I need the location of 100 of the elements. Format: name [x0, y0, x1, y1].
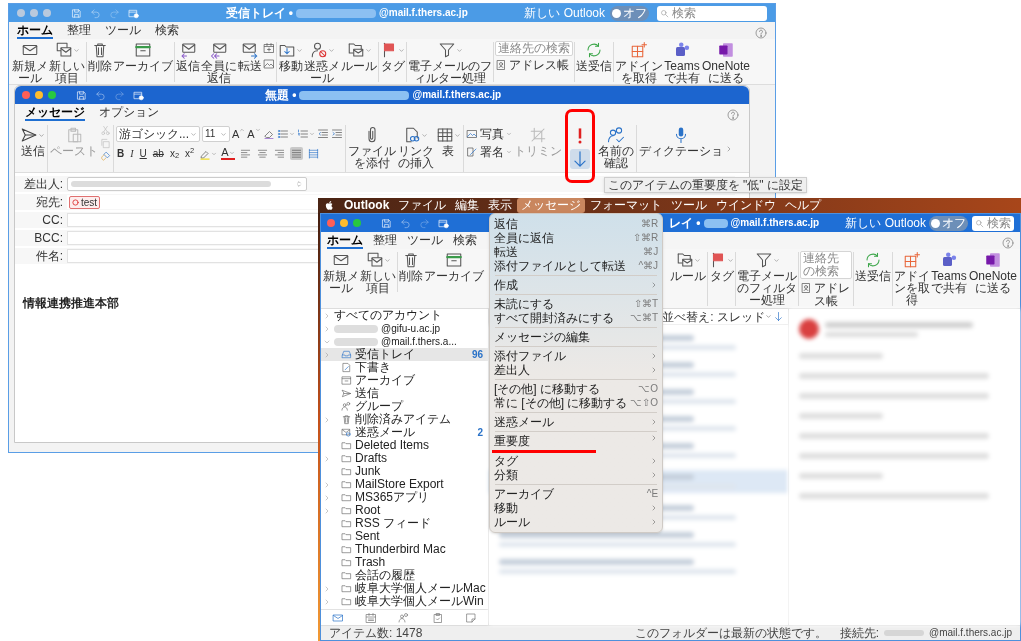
folder-item[interactable]: Deleted Items [321, 439, 488, 452]
search-field[interactable]: 検索 [972, 215, 1014, 231]
folder-item[interactable]: 会話の履歴 [321, 569, 488, 582]
menu-item[interactable]: メッセージの編集 [490, 330, 663, 344]
ribbon-button[interactable]: リンクの挿入 [397, 125, 434, 169]
folder-item[interactable]: 送信 [321, 387, 488, 400]
menu-item[interactable]: 作成 [490, 278, 663, 292]
font-size-dropdown[interactable]: 11 [202, 126, 230, 142]
align-button[interactable] [272, 147, 286, 160]
menu-item[interactable]: 全員に返信 ⇧⌘R [490, 231, 663, 245]
sort-dropdown[interactable]: 並べ替え: スレッド [662, 309, 772, 324]
ribbon-button[interactable]: ディクテーショ [638, 125, 723, 157]
ribbon-button[interactable]: タグ [380, 40, 405, 72]
font-color-button[interactable]: A [221, 147, 235, 160]
ribbon-tab[interactable]: 検索 [453, 233, 477, 249]
menu-item[interactable]: 添付ファイルとして転送 ^⌘J [490, 259, 663, 273]
folder-item[interactable]: Junk [321, 465, 488, 478]
menu-bar-item[interactable]: フォーマット [586, 198, 667, 213]
ribbon-button[interactable]: 新規メール [323, 250, 359, 294]
text-format-button[interactable]: U [138, 147, 148, 160]
menu-bar-item[interactable]: ファイル [394, 198, 451, 213]
menu-item[interactable]: 差出人 [490, 363, 663, 377]
folder-item[interactable]: Drafts [321, 452, 488, 465]
ribbon-tab[interactable]: ツール [407, 233, 443, 249]
folder-item[interactable]: 岐阜大学個人メールMac [321, 582, 488, 595]
menu-item[interactable]: すべて開封済みにする ⌥⌘T [490, 311, 663, 325]
folder-item[interactable]: @mail.f.thers.a... [321, 335, 488, 348]
ribbon-button[interactable]: 電子メールのフィルター処理 [737, 250, 797, 306]
ribbon-button[interactable]: アドインを取得 [615, 40, 663, 84]
clear-formatting-button[interactable] [262, 128, 275, 140]
ribbon-button[interactable]: 写真 [465, 127, 512, 141]
send-button[interactable]: 送信 [20, 125, 45, 157]
menu-bar-item[interactable]: ウインドウ [712, 198, 781, 213]
recipient-chip[interactable]: test [69, 195, 101, 209]
nav-button[interactable] [331, 611, 344, 624]
menu-item[interactable]: 転送 ⌘J [490, 245, 663, 259]
ribbon-button[interactable]: ルール [341, 40, 377, 72]
bullets-button[interactable] [276, 128, 295, 140]
folder-item[interactable]: Root [321, 504, 488, 517]
ribbon-button[interactable]: 新しい項目 [49, 40, 85, 84]
nav-button[interactable] [465, 611, 478, 624]
nav-button[interactable] [431, 611, 444, 624]
ribbon-tab[interactable]: 整理 [373, 233, 397, 249]
search-field[interactable]: 検索 [657, 5, 767, 21]
ribbon-tab[interactable]: ツール [105, 23, 141, 39]
folder-item[interactable]: 迷惑メール 2 [321, 426, 488, 439]
nav-button[interactable] [365, 611, 378, 624]
ribbon-button[interactable]: 送受信 [855, 250, 891, 282]
zoom-button[interactable] [353, 219, 361, 227]
ribbon-button[interactable]: 新規メール [12, 40, 48, 84]
zoom-button[interactable] [43, 9, 51, 17]
ribbon-button[interactable]: 送受信 [576, 40, 612, 72]
ribbon-button[interactable]: 全員に返信 [201, 40, 237, 84]
folder-item[interactable]: 下書き [321, 361, 488, 374]
minimize-button[interactable] [35, 91, 43, 99]
menu-item[interactable]: アーカイブ ^E [490, 487, 663, 501]
close-button[interactable] [327, 219, 335, 227]
ribbon-button[interactable]: ルール [670, 250, 706, 282]
menu-bar-item[interactable]: 編集 [451, 198, 484, 213]
text-format-button[interactable]: x$^{2}$ [184, 147, 196, 160]
ribbon-tab[interactable]: 整理 [67, 23, 91, 39]
ribbon-button[interactable]: アーカイブ [113, 40, 173, 72]
ribbon-button[interactable]: 削除 [399, 250, 423, 282]
zoom-button[interactable] [48, 91, 56, 99]
menu-bar-item[interactable]: Outlook [340, 198, 394, 213]
ribbon-button[interactable]: Teamsで共有 [931, 250, 967, 294]
ribbon-button[interactable]: 名前の確認 [597, 125, 634, 169]
text-format-button[interactable]: x$_{2}$ [168, 147, 181, 160]
folder-item[interactable]: アーカイブ [321, 374, 488, 387]
folder-item[interactable]: Trash [321, 556, 488, 569]
ribbon-button[interactable]: OneNoteに送る [968, 250, 1018, 294]
ribbon-button[interactable]: 移動 [278, 40, 303, 72]
nav-button[interactable] [398, 611, 411, 624]
menu-item[interactable]: 添付ファイル [490, 349, 663, 363]
menu-bar-item[interactable]: 表示 [484, 198, 517, 213]
align-button[interactable] [289, 147, 303, 160]
ribbon-button[interactable]: ファイルを添付 [347, 125, 396, 169]
low-importance-button[interactable] [569, 149, 590, 169]
ribbon-button[interactable]: 迷惑メール [304, 40, 340, 84]
minimize-button[interactable] [340, 219, 348, 227]
ribbon-button[interactable]: Teamsで共有 [664, 40, 700, 84]
outdent-button[interactable] [316, 128, 329, 140]
folder-item[interactable]: RSS フィード [321, 517, 488, 530]
menu-item[interactable]: 常に [その他] に移動する ⌥⇧O [490, 396, 663, 410]
contact-search-field[interactable]: 連絡先の検索 [495, 41, 573, 56]
folder-item[interactable]: MS365アプリ [321, 491, 488, 504]
ribbon-tab[interactable]: オプション [99, 105, 159, 121]
menu-item[interactable]: 未読にする ⇧⌘T [490, 297, 663, 311]
ribbon-tab[interactable]: 検索 [155, 23, 179, 39]
text-format-button[interactable]: I [129, 147, 135, 160]
folder-item[interactable]: 岐阜大学個人メールWin [321, 595, 488, 608]
menu-item[interactable]: タグ [490, 454, 663, 468]
indent-button[interactable] [330, 128, 343, 140]
menu-item[interactable]: 迷惑メール [490, 415, 663, 429]
ribbon-button[interactable]: 転送 [238, 40, 262, 72]
folder-item[interactable]: グループ [321, 400, 488, 413]
copy-button[interactable] [100, 138, 111, 149]
contact-search-field[interactable]: 連絡先の検索 [800, 251, 852, 279]
ribbon-button[interactable]: アーカイブ [424, 250, 484, 282]
format-painter-button[interactable] [100, 151, 111, 162]
